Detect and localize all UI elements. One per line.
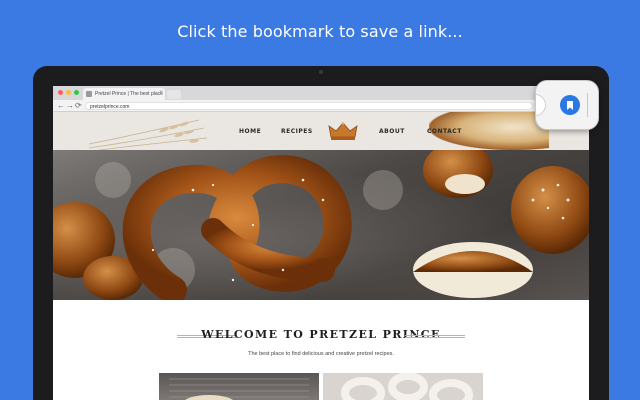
- new-tab-button[interactable]: [167, 90, 181, 99]
- minimize-window-button[interactable]: [66, 90, 71, 95]
- tab-close-icon[interactable]: ×: [159, 90, 163, 96]
- bookmark-magnifier: [535, 80, 599, 130]
- cooling-rack-photo: [169, 378, 309, 400]
- nav-link-recipes[interactable]: RECIPES: [281, 128, 313, 135]
- white-pretzels-photo: [341, 373, 473, 400]
- browser-toolbar: ← → ⟳ pretzelprince.com: [53, 100, 589, 112]
- nav-link-contact[interactable]: CONTACT: [427, 128, 462, 135]
- site-header: HOME RECIPES ABOUT CONTACT: [53, 112, 589, 150]
- favicon-icon: [86, 91, 92, 97]
- heading-rule-right: [405, 335, 465, 338]
- window-controls: [58, 90, 79, 95]
- promo-caption: Click the bookmark to save a link...: [177, 22, 463, 41]
- hero-image: [53, 150, 589, 300]
- address-bar[interactable]: pretzelprince.com: [85, 102, 533, 110]
- close-window-button[interactable]: [58, 90, 63, 95]
- browser-window: Pretzel Prince | The best place × ← → ⟳ …: [53, 86, 589, 400]
- forward-button[interactable]: →: [66, 101, 74, 111]
- back-button[interactable]: ←: [57, 101, 65, 111]
- welcome-heading: WELCOME TO PRETZEL PRINCE: [201, 328, 441, 341]
- bookmark-button[interactable]: [560, 95, 580, 115]
- magnified-address-bar: [536, 94, 546, 116]
- nav-link-about[interactable]: ABOUT: [379, 128, 405, 135]
- tab-strip: Pretzel Prince | The best place ×: [53, 86, 589, 100]
- maximize-window-button[interactable]: [74, 90, 79, 95]
- tagline: The best place to find delicious and cre…: [248, 351, 394, 357]
- url-text: pretzelprince.com: [90, 104, 130, 110]
- recipe-thumbnail[interactable]: [159, 373, 319, 400]
- nav-link-home[interactable]: HOME: [239, 128, 261, 135]
- bookmark-icon: [567, 100, 573, 110]
- recipe-thumbnail[interactable]: [323, 373, 483, 400]
- laptop-frame: Pretzel Prince | The best place × ← → ⟳ …: [33, 66, 609, 400]
- browser-tab[interactable]: Pretzel Prince | The best place ×: [83, 88, 165, 100]
- tab-title: Pretzel Prince | The best place: [95, 91, 163, 97]
- wheat-decoration-icon: [89, 119, 208, 150]
- toolbar-divider: [587, 93, 588, 117]
- reload-button[interactable]: ⟳: [75, 101, 82, 111]
- crown-logo-icon[interactable]: [328, 121, 358, 141]
- pretzel-photo: [53, 150, 589, 300]
- laptop-camera: [319, 70, 323, 74]
